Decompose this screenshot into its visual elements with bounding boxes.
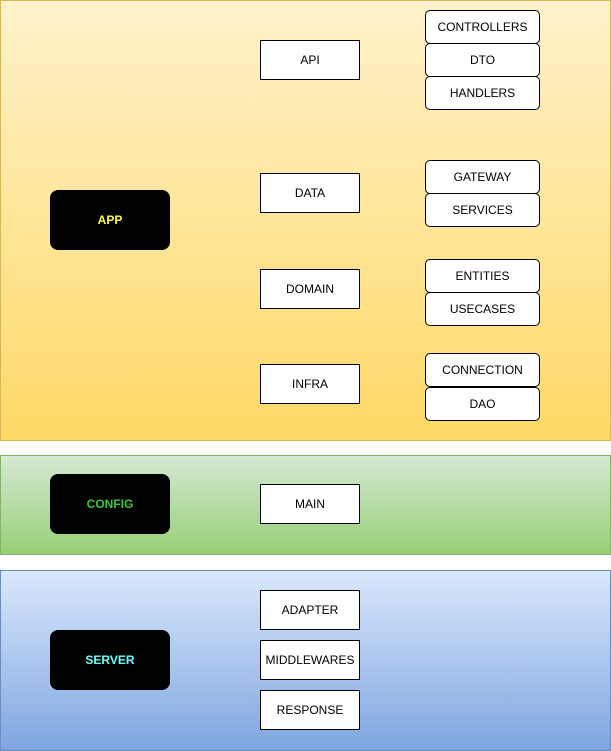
main-module[interactable]: MAIN [260, 484, 360, 524]
server-node[interactable]: SERVER [50, 630, 170, 690]
connection-node[interactable]: CONNECTION [425, 353, 540, 387]
api-module[interactable]: API [260, 40, 360, 80]
domain-module[interactable]: DOMAIN [260, 269, 360, 309]
middlewares-module[interactable]: MIDDLEWARES [260, 640, 360, 680]
config-node[interactable]: CONFIG [50, 474, 170, 534]
dao-node[interactable]: DAO [425, 387, 540, 421]
usecases-node[interactable]: USECASES [425, 292, 540, 326]
app-node[interactable]: APP [50, 190, 170, 250]
adapter-module[interactable]: ADAPTER [260, 590, 360, 630]
response-module[interactable]: RESPONSE [260, 690, 360, 730]
data-module[interactable]: DATA [260, 173, 360, 213]
entities-node[interactable]: ENTITIES [425, 259, 540, 293]
gateway-node[interactable]: GATEWAY [425, 160, 540, 194]
controllers-node[interactable]: CONTROLLERS [425, 10, 540, 44]
services-node[interactable]: SERVICES [425, 193, 540, 227]
handlers-node[interactable]: HANDLERS [425, 76, 540, 110]
infra-module[interactable]: INFRA [260, 364, 360, 404]
dto-node[interactable]: DTO [425, 43, 540, 77]
